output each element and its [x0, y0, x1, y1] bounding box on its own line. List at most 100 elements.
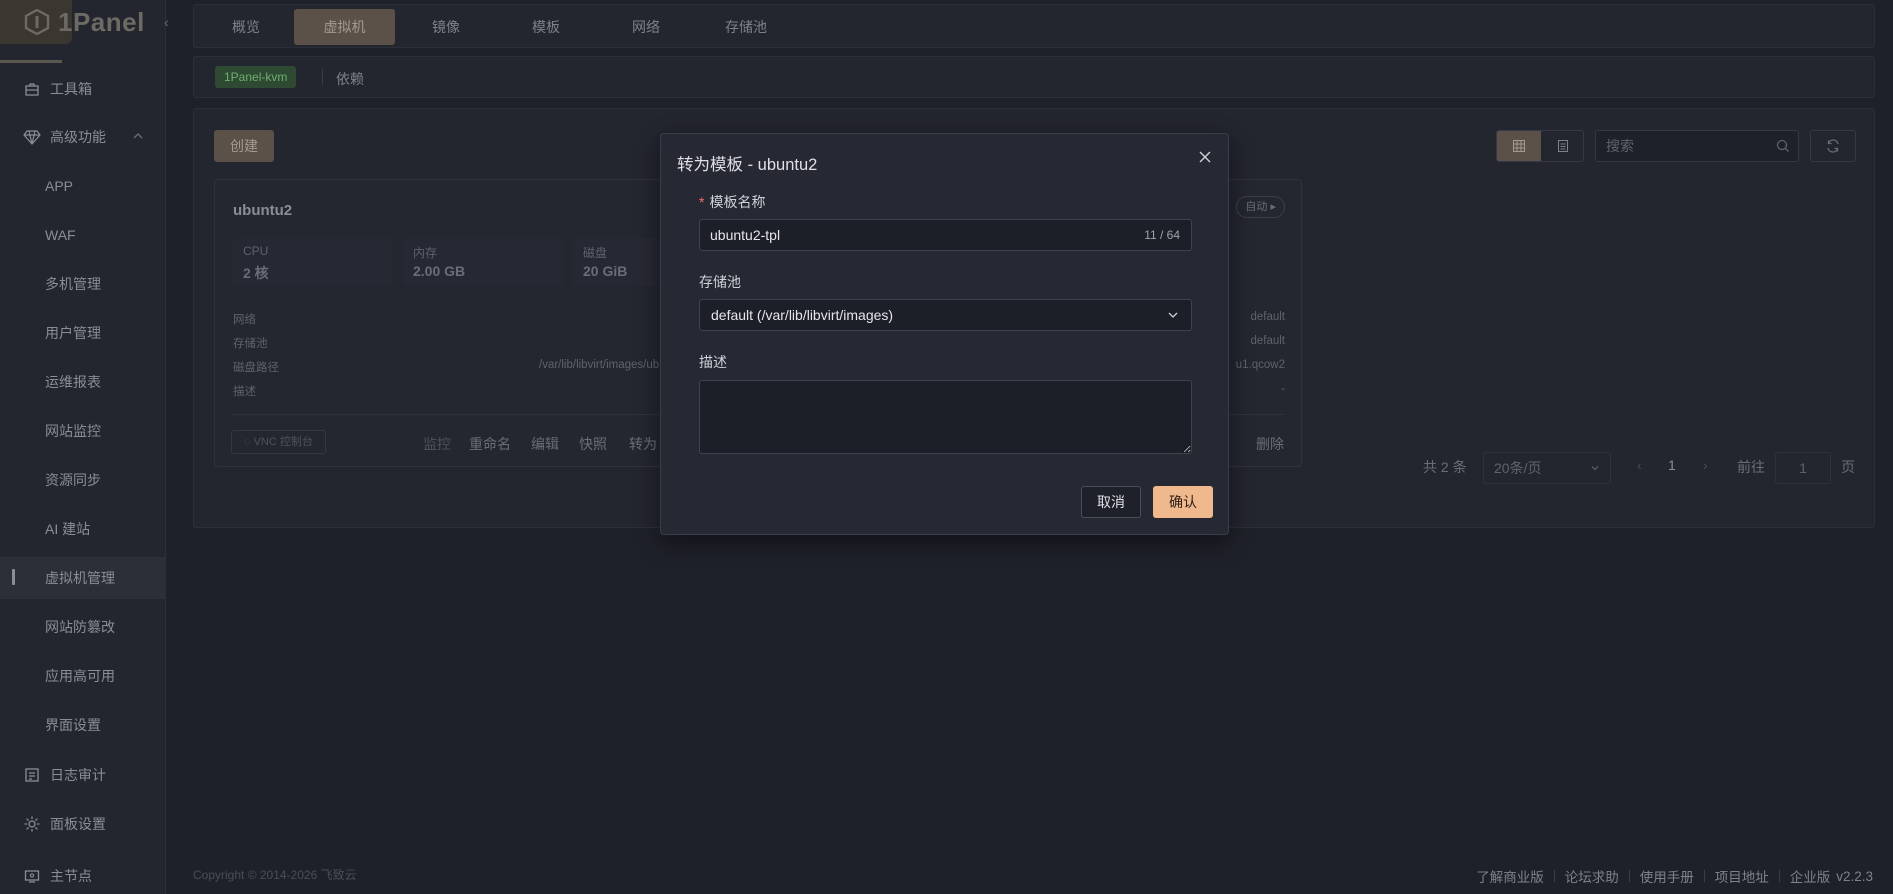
sidebar-item-tamper-proof[interactable]: 网站防篡改 — [0, 606, 166, 648]
footer-links: 了解商业版 论坛求助 使用手册 项目地址 企业版 v2.2.3 — [1476, 866, 1873, 886]
create-button[interactable]: 创建 — [214, 130, 274, 162]
template-name-input[interactable] — [710, 220, 1110, 250]
refresh-button[interactable] — [1810, 130, 1856, 162]
sidebar-item-main-node[interactable]: 主节点 — [0, 855, 166, 894]
info-key: 存储池 — [233, 338, 268, 350]
convert-to-template-dialog: 转为模板 - ubuntu2 *模板名称 11 / 64 存储池 default… — [660, 133, 1229, 535]
app-subbar: 1Panel-kvm 依赖 — [193, 56, 1875, 98]
sidebar-item-label: WAF — [45, 227, 76, 243]
collapse-sidebar-icon[interactable]: ‹ — [164, 14, 169, 30]
convert-action[interactable]: 转为 — [629, 434, 657, 454]
tab-network[interactable]: 网络 — [594, 9, 698, 45]
footer-link-project[interactable]: 项目地址 — [1715, 866, 1769, 886]
chevron-up-icon — [133, 133, 143, 139]
sidebar-item-ai-site[interactable]: AI 建站 — [0, 508, 166, 550]
dependency-link[interactable]: 依赖 — [336, 69, 364, 89]
monitor-action[interactable]: 监控 — [423, 434, 451, 454]
sidebar-item-label: 多机管理 — [45, 276, 101, 292]
status-text: 自动 — [1245, 201, 1268, 213]
app-tag[interactable]: 1Panel-kvm — [215, 66, 297, 88]
tab-images[interactable]: 镜像 — [394, 9, 498, 45]
stat-value: 20 GiB — [583, 263, 628, 279]
sidebar-item-site-monitor[interactable]: 网站监控 — [0, 410, 166, 452]
stat-value: 2.00 GB — [413, 263, 466, 279]
prev-page-icon[interactable]: ‹ — [1637, 457, 1642, 473]
sidebar: 1Panel ‹ 工具箱 高级功能 APP WAF 多机管理 用户管理 运维报表… — [0, 0, 169, 894]
divider — [322, 69, 323, 85]
search-icon[interactable] — [1776, 139, 1790, 153]
footer-link-forum[interactable]: 论坛求助 — [1565, 866, 1619, 886]
search-input[interactable] — [1606, 131, 1766, 161]
delete-action[interactable]: 删除 — [1256, 434, 1284, 454]
sidebar-item-advanced[interactable]: 高级功能 — [0, 116, 166, 158]
info-key: 描述 — [233, 386, 256, 398]
info-value: - — [1281, 383, 1285, 395]
description-textarea[interactable] — [699, 380, 1192, 454]
vm-name[interactable]: ubuntu2 — [233, 202, 292, 219]
description-label: 描述 — [699, 354, 727, 370]
sidebar-item-label: 工具箱 — [50, 81, 92, 97]
sidebar-item-vm-management[interactable]: 虚拟机管理 — [0, 557, 166, 599]
sidebar-item-ui-settings[interactable]: 界面设置 — [0, 704, 166, 746]
footer-link-enterprise[interactable]: 企业版 — [1790, 866, 1831, 886]
vnc-console-button[interactable]: ◌ VNC 控制台 — [231, 430, 326, 454]
sidebar-item-toolbox[interactable]: 工具箱 — [0, 68, 166, 110]
grid-view-button[interactable] — [1497, 131, 1541, 161]
page-size-select[interactable]: 20条/页 — [1483, 452, 1611, 484]
template-name-field: 11 / 64 — [699, 219, 1192, 251]
stat-value: 2 核 — [243, 265, 269, 281]
sidebar-item-users[interactable]: 用户管理 — [0, 312, 166, 354]
chevron-down-icon — [1168, 312, 1178, 318]
status-badge[interactable]: 自动 ▸ — [1236, 196, 1285, 218]
stat-cpu: CPU 2 核 — [233, 238, 393, 286]
diamond-icon — [23, 128, 41, 146]
divider — [1703, 870, 1705, 882]
refresh-icon — [1827, 139, 1839, 153]
next-page-icon[interactable]: › — [1703, 457, 1708, 473]
footer-link-manual[interactable]: 使用手册 — [1640, 866, 1694, 886]
info-key: 网络 — [233, 314, 256, 326]
logo-underline — [0, 60, 62, 63]
edit-action[interactable]: 编辑 — [531, 434, 559, 454]
brand-name: 1Panel — [58, 7, 145, 37]
sidebar-item-panel-settings[interactable]: 面板设置 — [0, 803, 166, 845]
storage-pool-select[interactable]: default (/var/lib/libvirt/images) — [699, 299, 1192, 331]
sidebar-item-multi-host[interactable]: 多机管理 — [0, 263, 166, 305]
sidebar-item-app-ha[interactable]: 应用高可用 — [0, 655, 166, 697]
sidebar-item-resource-sync[interactable]: 资源同步 — [0, 459, 166, 501]
list-view-button[interactable] — [1541, 131, 1583, 161]
sidebar-item-label: AI 建站 — [45, 521, 91, 537]
snapshot-action[interactable]: 快照 — [579, 434, 607, 454]
gear-icon — [23, 815, 41, 833]
sidebar-item-waf[interactable]: WAF — [0, 214, 166, 256]
storage-pool-value: default (/var/lib/libvirt/images) — [711, 307, 894, 323]
node-icon — [23, 867, 41, 885]
stat-label: 内存 — [413, 246, 438, 260]
list-icon — [1558, 140, 1568, 152]
info-value: default — [1250, 311, 1285, 323]
confirm-button[interactable]: 确认 — [1153, 486, 1213, 518]
tab-vms[interactable]: 虚拟机 — [294, 9, 395, 45]
logo[interactable]: 1Panel ‹ — [0, 0, 169, 63]
tab-overview[interactable]: 概览 — [194, 9, 298, 45]
view-toggle — [1496, 130, 1584, 162]
rename-action[interactable]: 重命名 — [469, 434, 511, 454]
sidebar-item-log-audit[interactable]: 日志审计 — [0, 754, 166, 796]
footer-link-commercial[interactable]: 了解商业版 — [1476, 866, 1544, 886]
goto-label: 前往 — [1737, 459, 1765, 475]
copyright: Copyright © 2014-2026 飞致云 — [193, 868, 357, 882]
close-icon[interactable] — [1196, 148, 1214, 166]
sidebar-item-label: 网站防篡改 — [45, 619, 115, 635]
tab-templates[interactable]: 模板 — [494, 9, 598, 45]
sidebar-item-label: 虚拟机管理 — [45, 570, 115, 586]
goto-page-input[interactable]: 1 — [1775, 452, 1831, 484]
current-page[interactable]: 1 — [1668, 457, 1676, 473]
tab-storage-pool[interactable]: 存储池 — [694, 9, 798, 45]
sidebar-item-label: 高级功能 — [50, 129, 106, 145]
sidebar-item-app[interactable]: APP — [0, 165, 166, 207]
sidebar-item-ops-report[interactable]: 运维报表 — [0, 361, 166, 403]
hexagon-logo-icon — [24, 9, 50, 35]
template-name-label: * 模板名称 — [699, 192, 765, 212]
cancel-button[interactable]: 取消 — [1081, 486, 1141, 518]
sidebar-item-label: 主节点 — [50, 868, 92, 884]
